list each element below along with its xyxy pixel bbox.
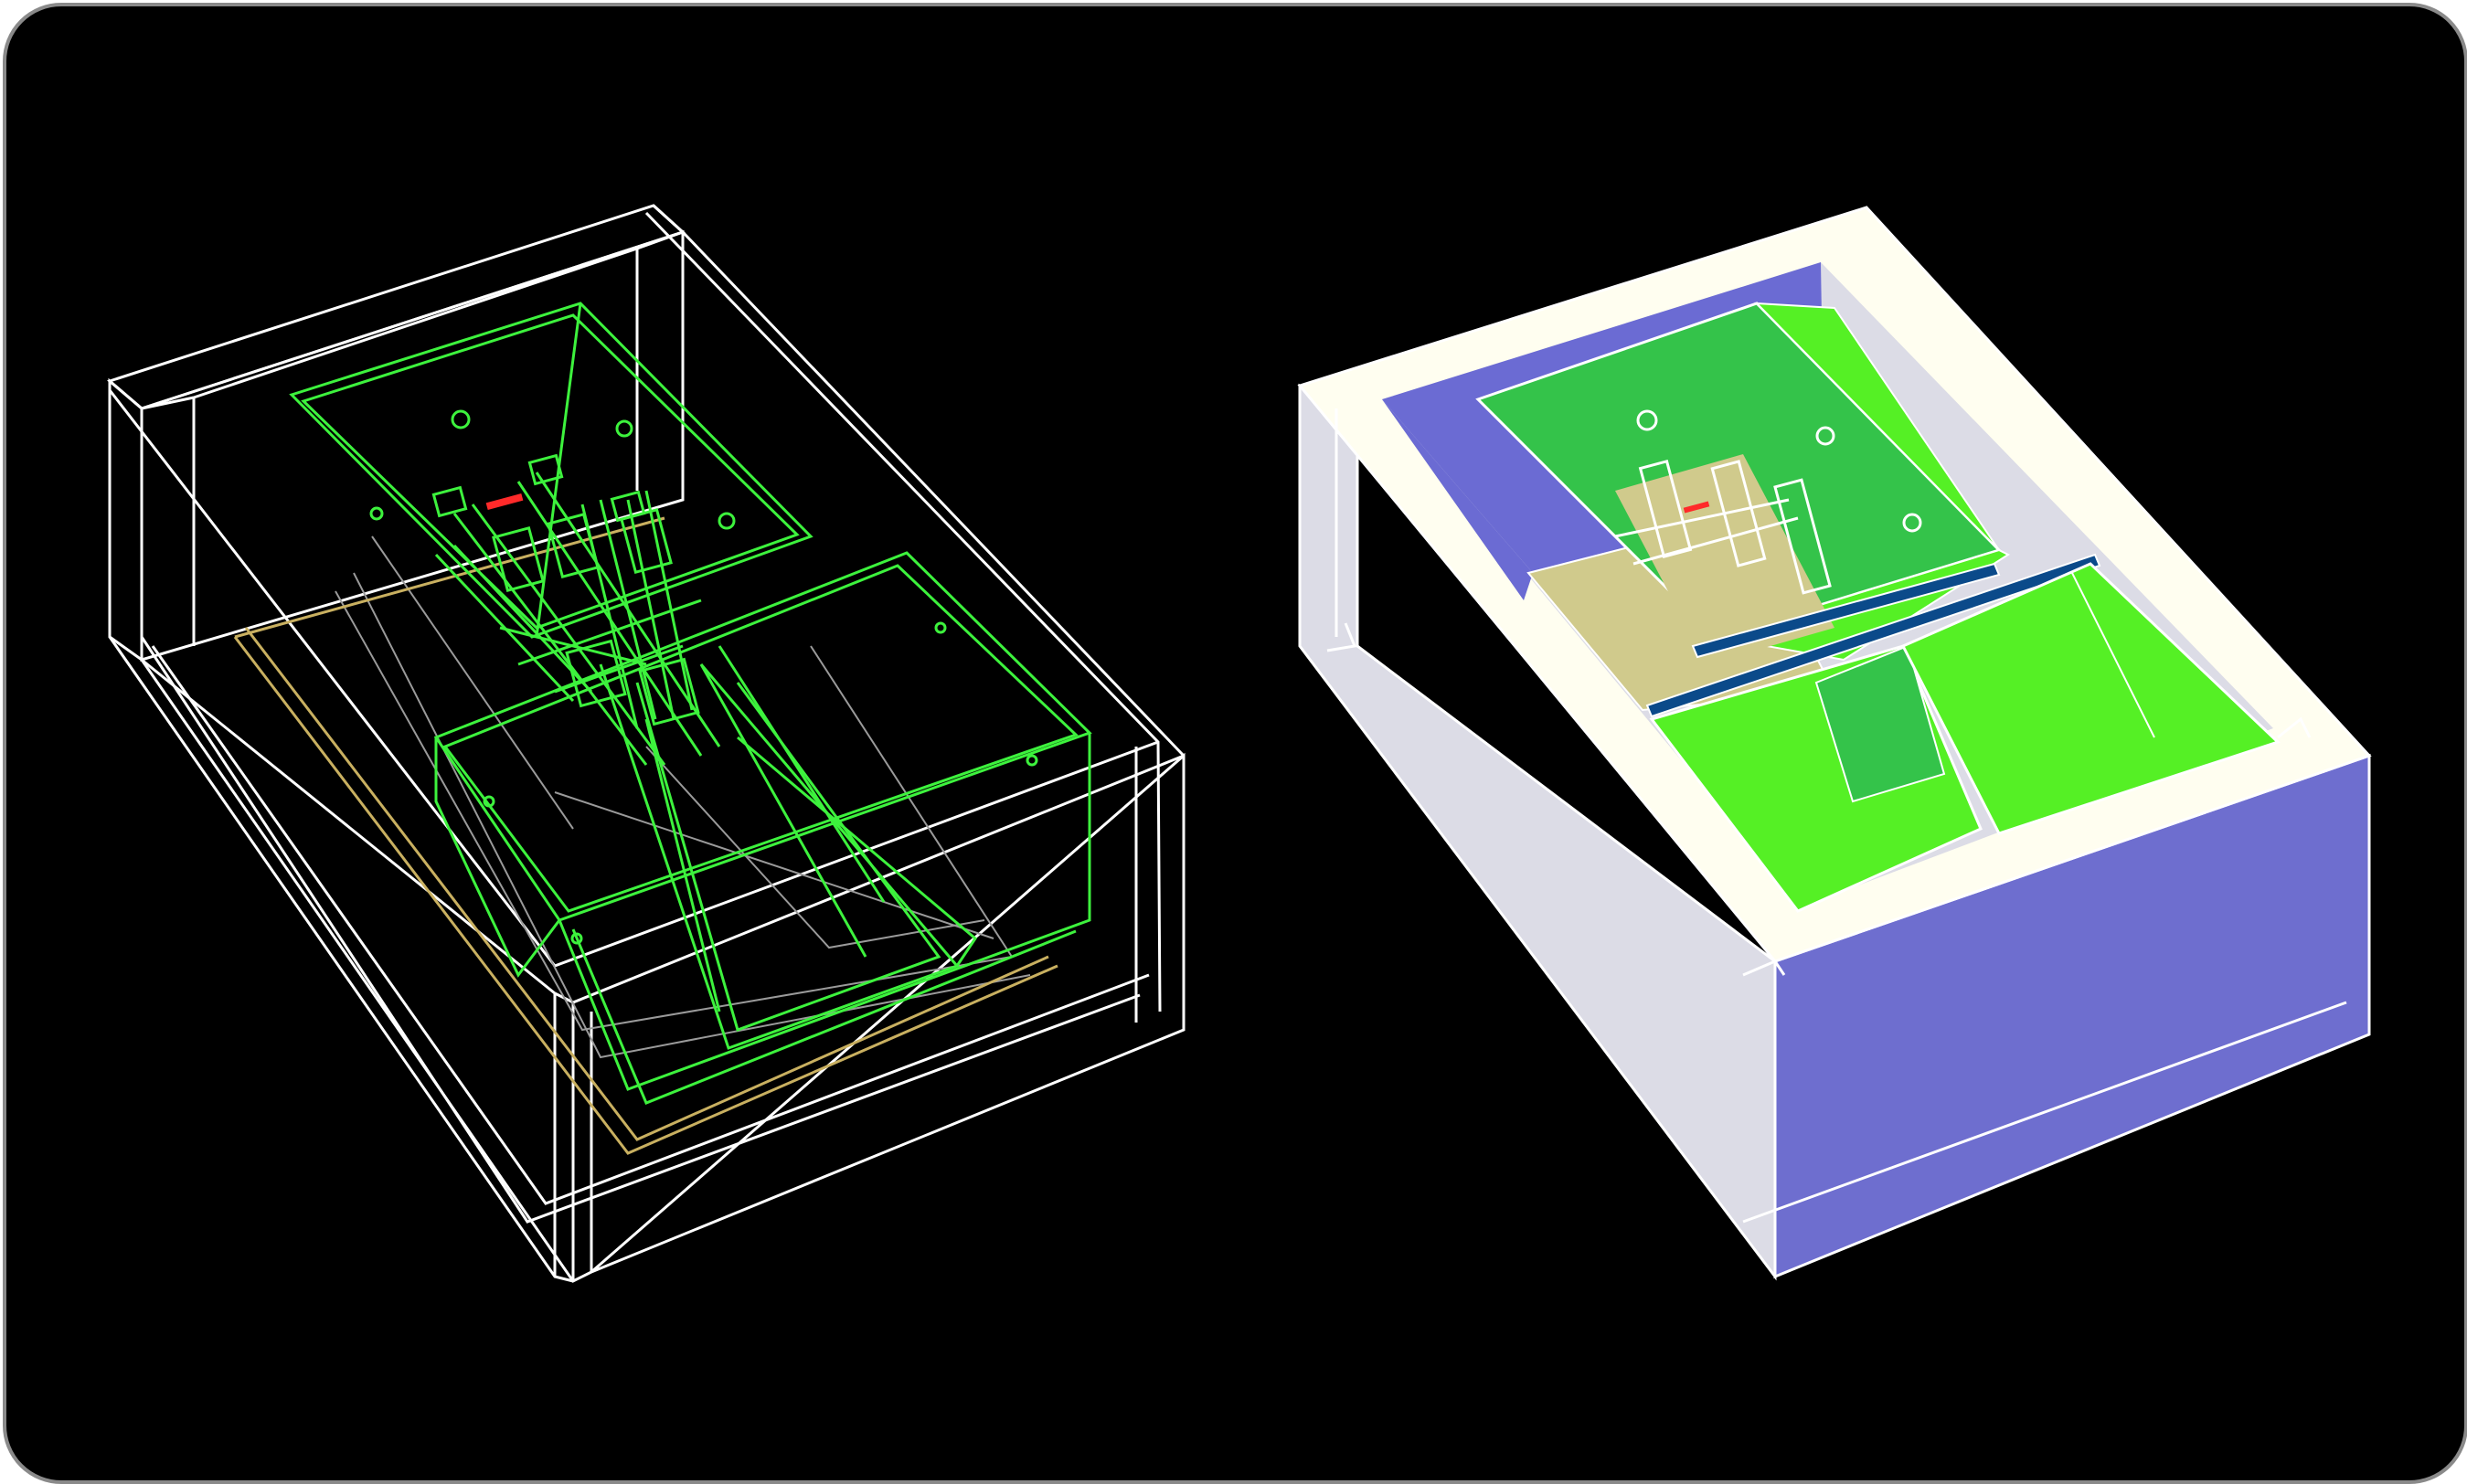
viewer-frame (3, 3, 2467, 1484)
funnel-wireframe (289, 302, 1092, 1105)
red-marker (485, 493, 524, 511)
3d-viewport[interactable] (6, 6, 2464, 1480)
outer-box-wireframe (106, 204, 1186, 1283)
wireframe-model[interactable] (106, 204, 1186, 1283)
shaded-model[interactable] (1297, 206, 2372, 1281)
